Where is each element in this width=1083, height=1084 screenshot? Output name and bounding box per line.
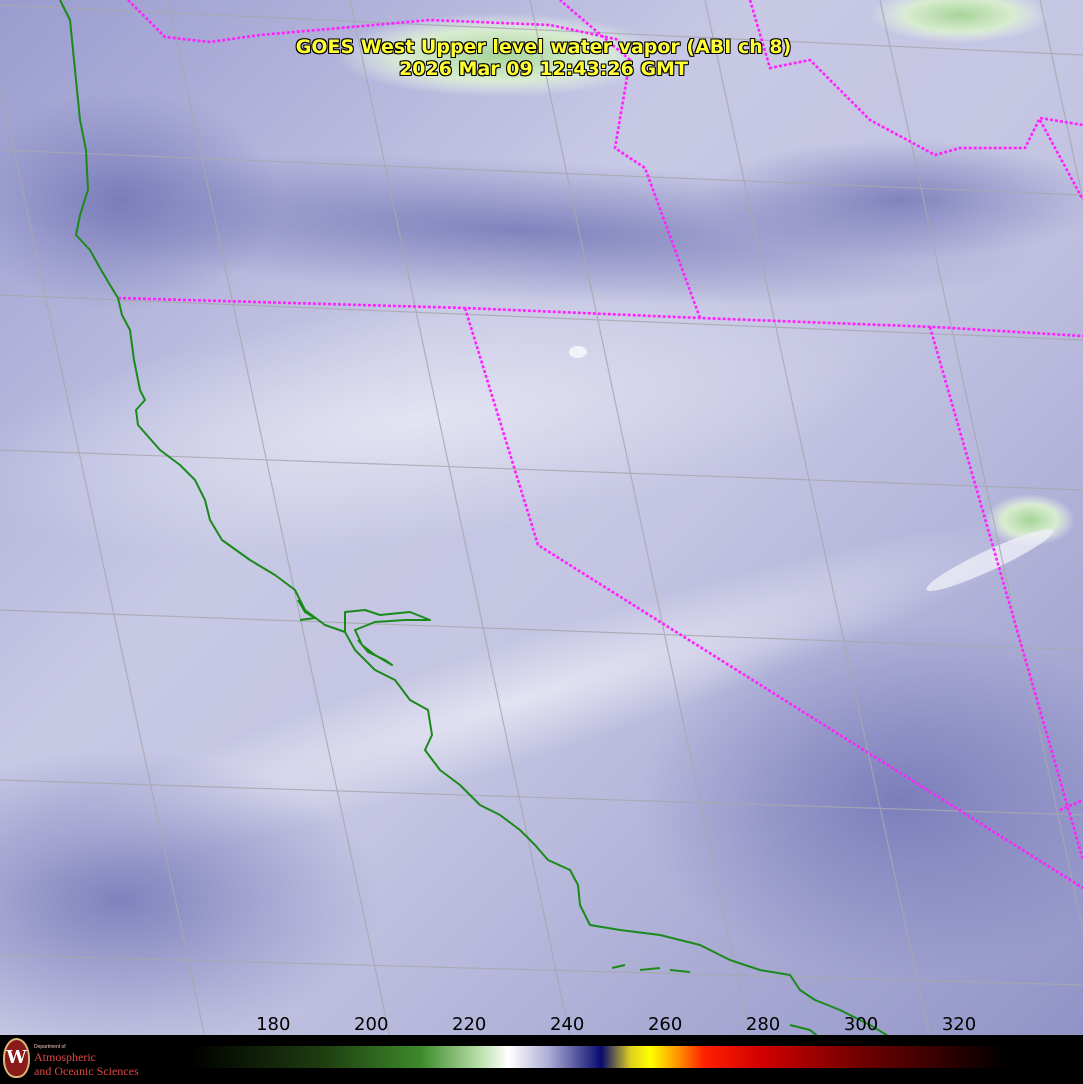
aos-logo: W Department of Atmospheric and Oceanic …	[0, 1035, 162, 1084]
water-vapor-image	[0, 0, 1083, 1084]
colorbar-tick-label: 320	[941, 1014, 977, 1035]
colorbar-tick-mark	[273, 1038, 275, 1045]
colorbar-tick-mark	[861, 1038, 863, 1045]
colorbar-tick-label: 200	[354, 1014, 389, 1035]
colorbar-tick-mark	[665, 1038, 667, 1045]
colorbar-tick-mark	[371, 1038, 373, 1045]
logo-line2: and Oceanic Sciences	[34, 1064, 139, 1078]
map-timestamp: 2026 Mar 09 12:43:26 GMT	[399, 58, 688, 80]
colorbar-tick-label: 240	[549, 1014, 585, 1035]
cloud-small	[569, 346, 587, 358]
colorbar-tick-mark	[763, 1038, 765, 1045]
colorbar-tick-mark	[469, 1038, 471, 1045]
colorbar-tick-label: 280	[745, 1014, 781, 1035]
colorbar-tick-mark	[959, 1038, 961, 1045]
satellite-map: GOES West Upper level water vapor (ABI c…	[0, 0, 1083, 1084]
uw-seal-icon: W	[3, 1038, 30, 1078]
logo-line1: Atmospheric	[34, 1050, 96, 1064]
colorbar-tick-label: 220	[452, 1014, 487, 1035]
colorbar	[190, 1045, 1008, 1069]
colorbar-tick-label: 300	[843, 1014, 879, 1035]
colorbar-tick-label: 260	[647, 1014, 683, 1035]
colorbar-tick-label: 180	[256, 1014, 291, 1035]
map-title: GOES West Upper level water vapor (ABI c…	[295, 36, 792, 58]
colorbar-tick-mark	[567, 1038, 569, 1045]
